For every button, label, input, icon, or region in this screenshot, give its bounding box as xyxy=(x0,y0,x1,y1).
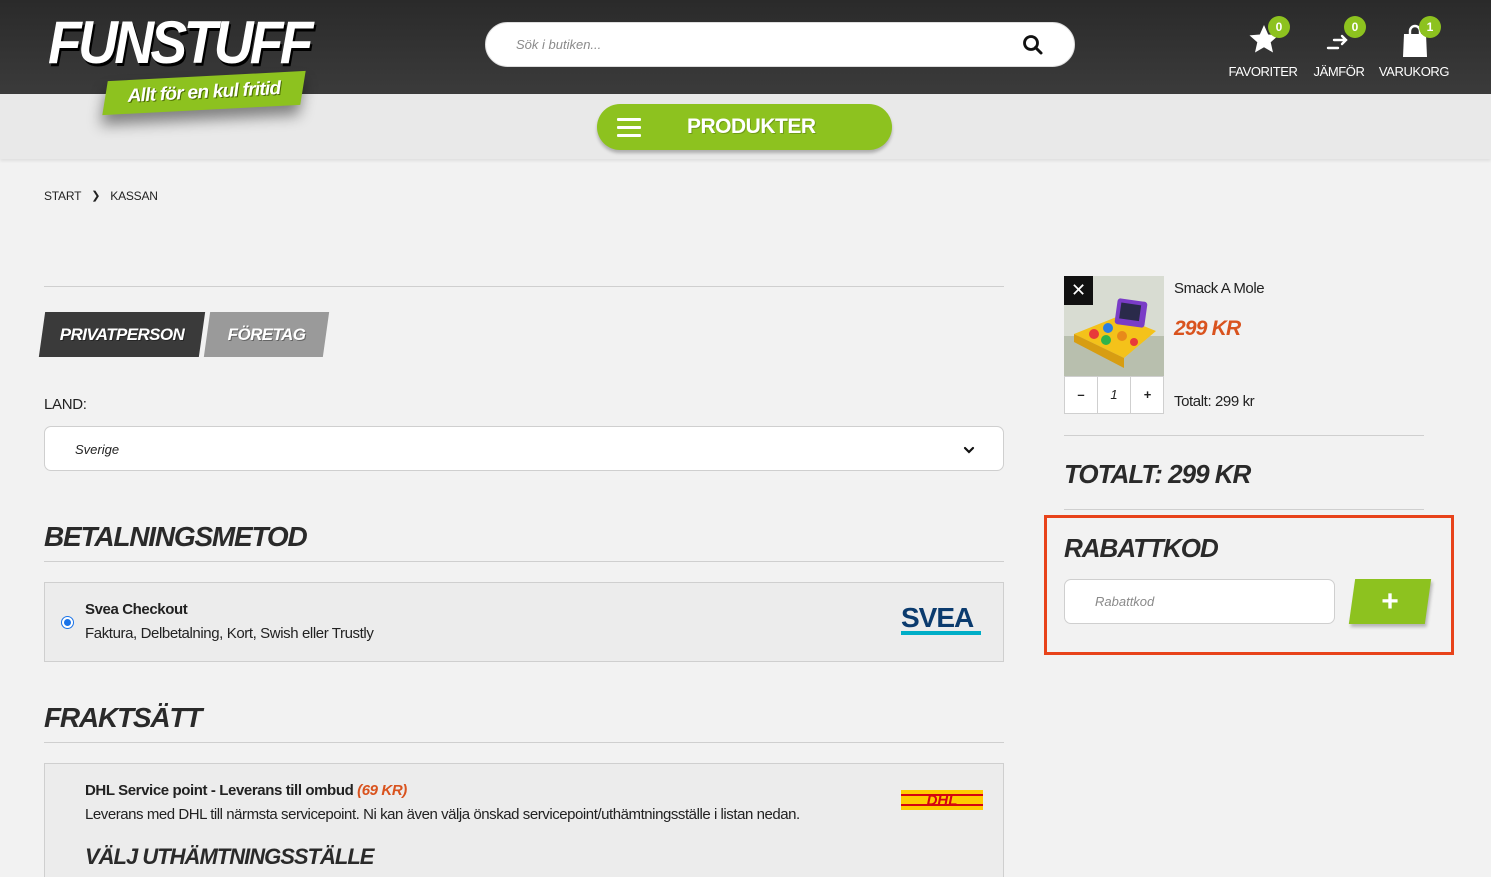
shipping-option-price: (69 KR) xyxy=(357,782,407,799)
site-logo[interactable]: FUNSTUFF Allt för en kul fritid xyxy=(48,10,318,130)
products-label: PRODUKTER xyxy=(687,115,816,138)
svea-logo-text: SVEA xyxy=(901,603,974,633)
logo-tagline: Allt för en kul fritid xyxy=(127,78,281,107)
increase-quantity-button[interactable]: + xyxy=(1131,377,1164,413)
tab-private-label: PRIVATPERSON xyxy=(59,325,185,344)
breadcrumb: START ❯ KASSAN xyxy=(44,188,158,203)
payment-radio[interactable] xyxy=(61,616,74,629)
breadcrumb-current: KASSAN xyxy=(110,188,158,203)
cart-count-badge: 1 xyxy=(1419,16,1441,38)
discount-heading: RABATTKOD xyxy=(1064,533,1219,563)
divider xyxy=(1064,435,1424,436)
divider xyxy=(44,742,1004,743)
compare-count-badge: 0 xyxy=(1344,16,1366,38)
decrease-quantity-button[interactable]: – xyxy=(1065,377,1098,413)
cart-item-total: Totalt: 299 kr xyxy=(1174,393,1255,410)
country-selected-value: Sverige xyxy=(75,442,120,457)
chevron-down-icon xyxy=(963,443,975,455)
divider xyxy=(44,286,1004,287)
payment-option-svea[interactable]: Svea Checkout Faktura, Delbetalning, Kor… xyxy=(44,582,1004,662)
cart-button[interactable]: 1 VARUKORG xyxy=(1374,16,1454,84)
search-bar xyxy=(485,22,1075,67)
pickup-point-heading: VÄLJ UTHÄMTNINGSSTÄLLE xyxy=(85,844,374,869)
compare-label: JÄMFÖR xyxy=(1313,64,1365,79)
country-select[interactable]: Sverige xyxy=(44,426,1004,471)
cart-grand-total: TOTALT: 299 KR xyxy=(1064,459,1251,489)
payment-method-name: Svea Checkout xyxy=(85,601,188,618)
svea-logo: SVEA xyxy=(901,602,983,639)
dhl-logo: DHL xyxy=(901,790,983,810)
search-icon[interactable] xyxy=(1022,34,1044,56)
cart-item-name[interactable]: Smack A Mole xyxy=(1174,280,1265,297)
remove-item-button[interactable]: ✕ xyxy=(1064,276,1093,305)
shipping-heading: FRAKTSÄTT xyxy=(44,702,202,733)
divider xyxy=(1064,509,1424,510)
favorites-label: FAVORITER xyxy=(1228,64,1298,79)
compare-button[interactable]: 0 JÄMFÖR xyxy=(1299,16,1379,84)
cart-item-price: 299 KR xyxy=(1174,317,1241,340)
shipping-option-dhl[interactable]: DHL Service point - Leverans till ombud … xyxy=(44,763,1004,877)
tab-company-label: FÖRETAG xyxy=(227,325,306,344)
country-label: LAND: xyxy=(44,396,87,413)
cart-label: VARUKORG xyxy=(1378,64,1450,79)
favorites-button[interactable]: 0 FAVORITER xyxy=(1223,16,1303,84)
shipping-option-name: DHL Service point - Leverans till ombud xyxy=(85,782,354,799)
dhl-logo-text: DHL xyxy=(927,792,958,809)
products-menu-button[interactable]: PRODUKTER xyxy=(597,104,892,150)
logo-text: FUNSTUFF xyxy=(48,9,314,76)
tab-private-person[interactable]: PRIVATPERSON xyxy=(38,312,206,357)
plus-icon: + xyxy=(1381,585,1399,618)
payment-method-description: Faktura, Delbetalning, Kort, Swish eller… xyxy=(85,625,374,642)
search-input[interactable] xyxy=(516,23,1016,66)
payment-heading: BETALNINGSMETOD xyxy=(44,521,308,552)
favorites-count-badge: 0 xyxy=(1268,16,1290,38)
tab-company[interactable]: FÖRETAG xyxy=(203,312,330,357)
logo-tagline-banner: Allt för en kul fritid xyxy=(102,70,306,116)
chevron-right-icon: ❯ xyxy=(91,190,101,203)
shipping-option-title: DHL Service point - Leverans till ombud … xyxy=(85,782,407,799)
divider xyxy=(44,561,1004,562)
shipping-option-description: Leverans med DHL till närmsta servicepoi… xyxy=(85,806,800,823)
breadcrumb-start-link[interactable]: START xyxy=(44,189,81,203)
quantity-stepper: – 1 + xyxy=(1064,376,1164,414)
apply-discount-button[interactable]: + xyxy=(1348,579,1432,624)
hamburger-icon xyxy=(617,118,641,137)
quantity-value[interactable]: 1 xyxy=(1098,377,1131,413)
top-header: FUNSTUFF Allt för en kul fritid 0 FAVORI… xyxy=(0,0,1491,116)
discount-code-input[interactable] xyxy=(1064,579,1335,624)
